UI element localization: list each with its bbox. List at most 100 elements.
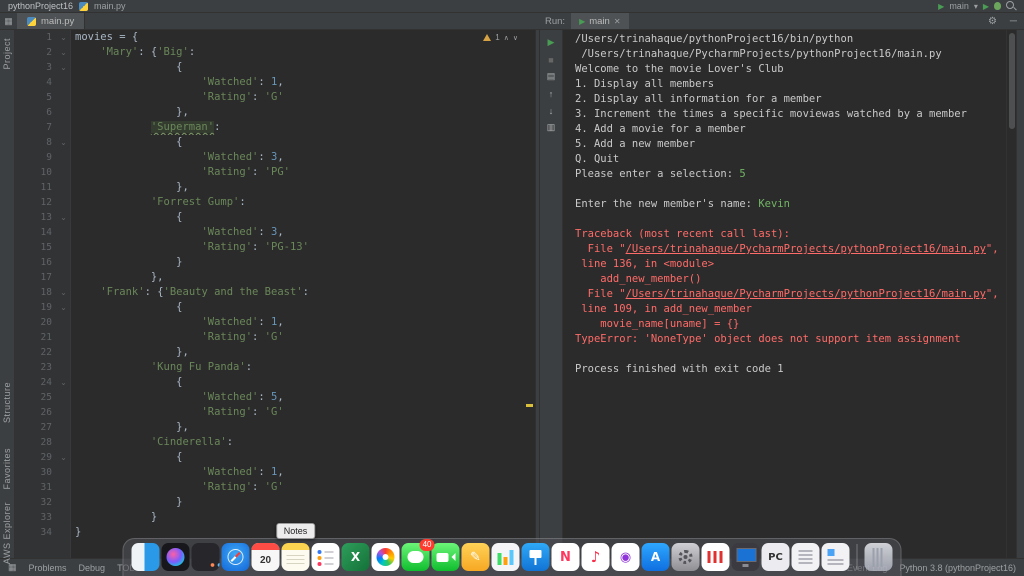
dock-icon-textedit[interactable] xyxy=(821,543,850,571)
line-number[interactable]: 14 xyxy=(15,225,57,240)
statusbar-item-debug[interactable]: Debug xyxy=(79,563,106,573)
dock-icon-reminders[interactable] xyxy=(311,543,340,571)
line-number[interactable]: 26 xyxy=(15,405,57,420)
line-number[interactable]: 20 xyxy=(15,315,57,330)
dock-icon-finder[interactable] xyxy=(131,543,160,571)
line-number[interactable]: 2 xyxy=(15,45,57,60)
code-line[interactable]: 'Superman': xyxy=(70,120,535,135)
line-number[interactable]: 24 xyxy=(15,375,57,390)
code-line[interactable]: }, xyxy=(70,180,535,195)
down-stack-trace-icon[interactable]: ↓ xyxy=(541,103,561,118)
next-problem-icon[interactable]: ∨ xyxy=(513,34,518,42)
dock-icon-photos[interactable] xyxy=(371,543,400,571)
prev-problem-icon[interactable]: ∧ xyxy=(504,34,509,42)
dock-icon-music[interactable]: ♪ xyxy=(581,543,610,571)
code-line[interactable]: movies = { xyxy=(70,30,535,45)
close-icon[interactable]: ✕ xyxy=(614,17,621,26)
line-number[interactable]: 8 xyxy=(15,135,57,150)
scrollbar-thumb[interactable] xyxy=(1009,33,1015,129)
line-number[interactable]: 18 xyxy=(15,285,57,300)
settings-gear-icon[interactable]: ⚙ xyxy=(988,16,997,27)
tool-button-aws-explorer[interactable]: AWS Explorer xyxy=(2,502,12,564)
python-interpreter-label[interactable]: Python 3.8 (pythonProject16) xyxy=(899,563,1016,573)
dock-icon-launchpad[interactable] xyxy=(191,543,220,571)
debug-bug-icon[interactable] xyxy=(994,2,1001,10)
code-line[interactable]: { xyxy=(70,450,535,465)
dock-icon-windows[interactable] xyxy=(731,543,760,571)
code-line[interactable]: 'Watched': 3, xyxy=(70,225,535,240)
dock-icon-facetime[interactable] xyxy=(431,543,460,571)
run-console[interactable]: /Users/trinahaque/pythonProject16/bin/py… xyxy=(562,30,1006,558)
dock-icon-news[interactable]: N xyxy=(551,543,580,571)
inspections-widget[interactable]: 1 ∧ ∨ xyxy=(479,32,522,43)
dock-icon-safari[interactable] xyxy=(221,543,250,571)
code-line[interactable]: { xyxy=(70,135,535,150)
console-scrollbar[interactable] xyxy=(1006,30,1016,558)
line-number[interactable]: 32 xyxy=(15,495,57,510)
fold-marker-icon[interactable]: ⌄ xyxy=(57,450,70,465)
line-number[interactable]: 13 xyxy=(15,210,57,225)
rerun-icon[interactable]: ▶ xyxy=(541,35,561,50)
run-button[interactable]: ▶ xyxy=(983,2,989,11)
fold-marker-icon[interactable]: ⌄ xyxy=(57,375,70,390)
code-line[interactable]: 'Rating': 'PG-13' xyxy=(70,240,535,255)
dock-icon-excel[interactable]: X xyxy=(341,543,370,571)
code-line[interactable]: { xyxy=(70,60,535,75)
statusbar-item-problems[interactable]: Problems xyxy=(29,563,67,573)
code-line[interactable]: 'Rating': 'PG' xyxy=(70,165,535,180)
code-line[interactable]: 'Mary': {'Big': xyxy=(70,45,535,60)
dock-icon-siri[interactable] xyxy=(161,543,190,571)
fold-marker-icon[interactable]: ⌄ xyxy=(57,30,70,45)
code-line[interactable]: } xyxy=(70,255,535,270)
code-line[interactable]: 'Rating': 'G' xyxy=(70,330,535,345)
code-line[interactable]: 'Watched': 1, xyxy=(70,75,535,90)
line-number[interactable]: 21 xyxy=(15,330,57,345)
tool-button-project[interactable]: Project xyxy=(2,38,12,70)
code-line[interactable]: { xyxy=(70,375,535,390)
code-line[interactable]: 'Cinderella': xyxy=(70,435,535,450)
hide-panel-icon[interactable]: ─ xyxy=(1010,16,1017,27)
line-number[interactable]: 25 xyxy=(15,390,57,405)
line-number[interactable]: 34 xyxy=(15,525,57,540)
code-line[interactable]: }, xyxy=(70,345,535,360)
dock-icon-preview[interactable] xyxy=(791,543,820,571)
editor-tab-main-py[interactable]: main.py xyxy=(17,13,86,29)
fold-marker-icon[interactable]: ⌄ xyxy=(57,285,70,300)
code-line[interactable]: }, xyxy=(70,105,535,120)
fold-marker-icon[interactable]: ⌄ xyxy=(57,300,70,315)
traceback-link[interactable]: /Users/trinahaque/PycharmProjects/python… xyxy=(626,243,986,255)
dock-icon-keynote[interactable] xyxy=(521,543,550,571)
code-line[interactable]: 'Rating': 'G' xyxy=(70,90,535,105)
dock-icon-settings[interactable] xyxy=(671,543,700,571)
dock-icon-calendar[interactable]: 20 xyxy=(251,543,280,571)
line-number[interactable]: 16 xyxy=(15,255,57,270)
code-line[interactable]: { xyxy=(70,300,535,315)
up-stack-trace-icon[interactable]: ↑ xyxy=(541,86,561,101)
line-number[interactable]: 11 xyxy=(15,180,57,195)
dock-icon-trash[interactable] xyxy=(864,543,893,571)
line-number[interactable]: 33 xyxy=(15,510,57,525)
line-number[interactable]: 5 xyxy=(15,90,57,105)
line-number[interactable]: 27 xyxy=(15,420,57,435)
line-number[interactable]: 22 xyxy=(15,345,57,360)
dock-icon-notes[interactable] xyxy=(281,543,310,571)
fold-marker-icon[interactable]: ⌄ xyxy=(57,60,70,75)
run-tab-main[interactable]: ▶ main ✕ xyxy=(571,13,629,29)
dock-icon-appstore[interactable]: A xyxy=(641,543,670,571)
line-number[interactable]: 7 xyxy=(15,120,57,135)
run-config-name[interactable]: main xyxy=(949,1,969,11)
code-line[interactable]: 'Watched': 5, xyxy=(70,390,535,405)
code-line[interactable]: 'Frank': {'Beauty and the Beast': xyxy=(70,285,535,300)
restore-layout-icon[interactable]: ▤ xyxy=(541,69,561,84)
tool-button-structure[interactable]: Structure xyxy=(2,382,12,423)
fold-marker-icon[interactable]: ⌄ xyxy=(57,45,70,60)
code-line[interactable]: }, xyxy=(70,420,535,435)
code-editor[interactable]: 1 ⌄ movies = {2 ⌄ 'Mary': {'Big': 3 ⌄ {4 'Wat… xyxy=(15,30,535,558)
line-number[interactable]: 17 xyxy=(15,270,57,285)
line-number[interactable]: 10 xyxy=(15,165,57,180)
warning-stripe-marker[interactable] xyxy=(526,404,533,407)
code-line[interactable]: 'Kung Fu Panda': xyxy=(70,360,535,375)
line-number[interactable]: 19 xyxy=(15,300,57,315)
line-number[interactable]: 3 xyxy=(15,60,57,75)
line-number[interactable]: 1 xyxy=(15,30,57,45)
